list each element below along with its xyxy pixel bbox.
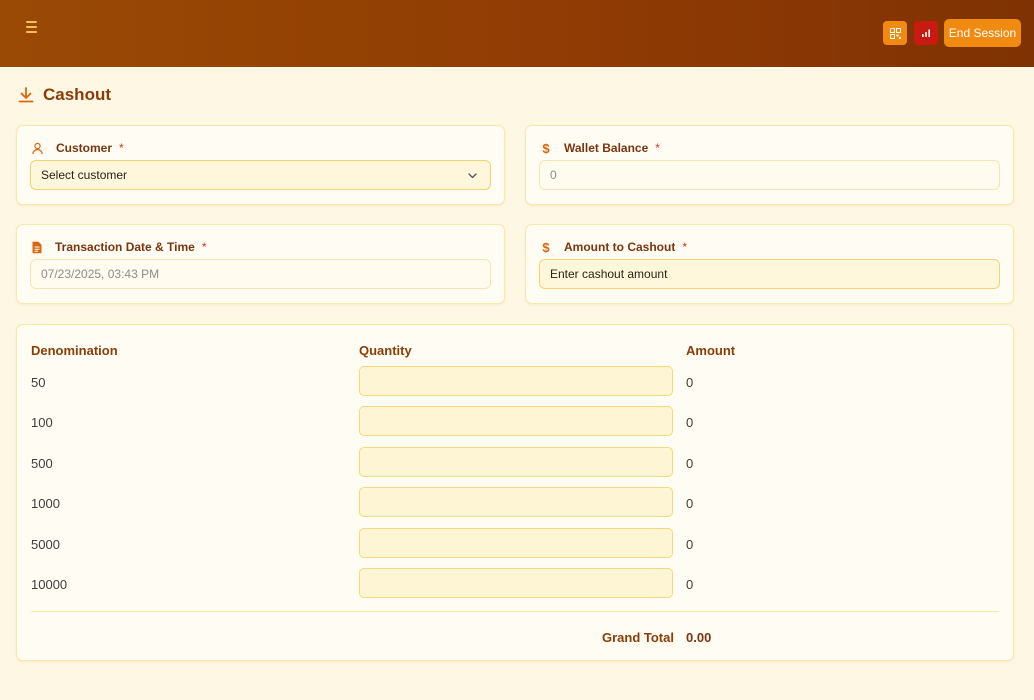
dollar-icon: $ (542, 140, 550, 156)
amount-value: 0 (686, 577, 694, 592)
wallet-balance-card: $ Wallet Balance * 0 (525, 125, 1014, 205)
customer-card: Customer * Select customer (16, 125, 505, 205)
quantity-input[interactable] (359, 406, 673, 436)
cashout-amount-input[interactable]: Enter cashout amount (539, 259, 1000, 289)
customer-select[interactable]: Select customer (30, 160, 491, 190)
amount-value: 0 (686, 415, 694, 430)
transaction-datetime-label: Transaction Date & Time * (31, 239, 207, 255)
denomination-value: 500 (31, 456, 53, 471)
end-session-button[interactable]: End Session (944, 19, 1021, 47)
download-icon (18, 87, 34, 103)
quantity-input[interactable] (359, 487, 673, 517)
grand-total-label: Grand Total (602, 630, 674, 645)
denomination-value: 10000 (31, 577, 68, 592)
amount-value: 0 (686, 496, 694, 511)
denomination-table-card: Denomination Quantity Amount 50 0 100 0 … (16, 324, 1014, 661)
top-bar: End Session (0, 0, 1034, 67)
amount-header: Amount (686, 343, 736, 358)
amount-value: 0 (686, 456, 694, 471)
quantity-header: Quantity (359, 343, 412, 358)
chevron-down-icon (468, 173, 477, 179)
dollar-icon: $ (542, 239, 550, 255)
grand-total-value: 0.00 (686, 630, 712, 645)
cashout-amount-placeholder: Enter cashout amount (550, 267, 668, 281)
customer-select-value: Select customer (41, 168, 128, 182)
hamburger-menu-icon[interactable] (26, 19, 42, 35)
wallet-balance-label: $ Wallet Balance * (540, 140, 660, 156)
page-title-text: Cashout (43, 85, 111, 104)
denomination-value: 5000 (31, 537, 60, 552)
document-icon (32, 241, 42, 253)
wallet-balance-field: 0 (539, 160, 1000, 190)
quantity-input[interactable] (359, 528, 673, 558)
customer-label: Customer * (31, 140, 124, 156)
transaction-datetime-field: 07/23/2025, 03:43 PM (30, 259, 491, 289)
divider (31, 611, 999, 612)
cashout-amount-label: $ Amount to Cashout * (540, 239, 687, 255)
bar-chart-button[interactable] (914, 21, 938, 45)
page-title: Cashout (17, 84, 111, 106)
cashout-amount-card: $ Amount to Cashout * Enter cashout amou… (525, 224, 1014, 304)
quantity-input[interactable] (359, 447, 673, 477)
denomination-value: 1000 (31, 496, 60, 511)
denomination-value: 100 (31, 415, 53, 430)
amount-value: 0 (686, 375, 694, 390)
transaction-datetime-card: Transaction Date & Time * 07/23/2025, 03… (16, 224, 505, 304)
quantity-input[interactable] (359, 568, 673, 598)
amount-value: 0 (686, 537, 694, 552)
qr-code-icon (889, 27, 901, 39)
bar-chart-icon (922, 29, 930, 37)
quantity-input[interactable] (359, 366, 673, 396)
denomination-header: Denomination (31, 343, 118, 358)
denomination-value: 50 (31, 375, 46, 390)
qr-code-button[interactable] (883, 21, 907, 45)
user-icon (32, 142, 43, 154)
